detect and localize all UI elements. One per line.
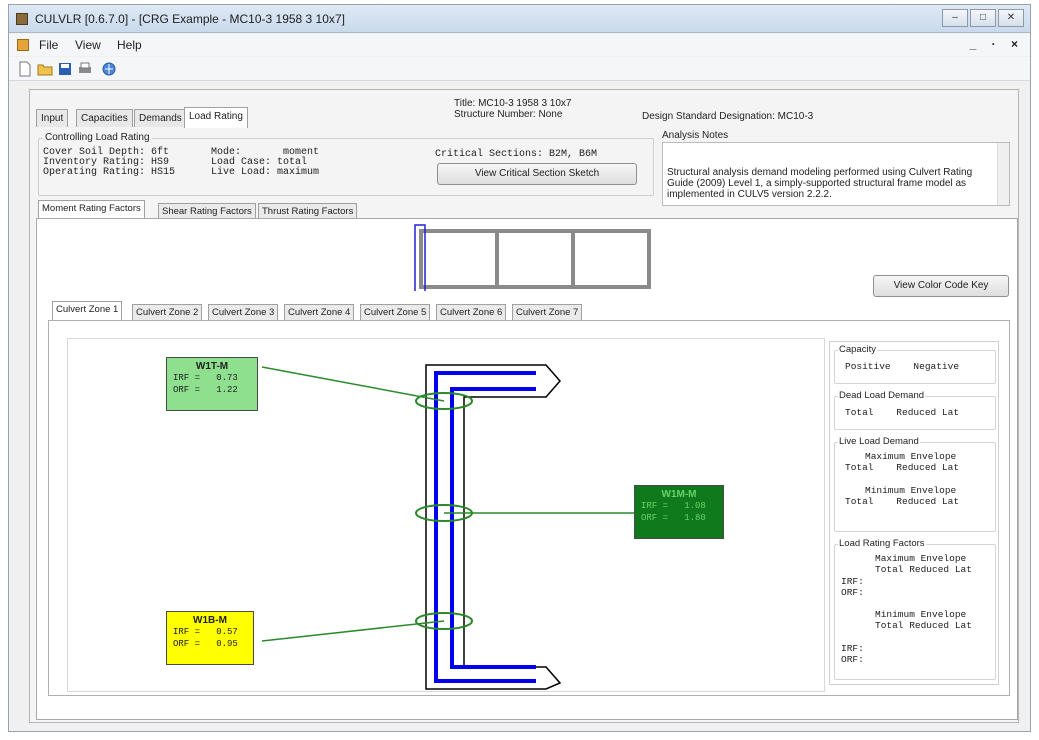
menu-view[interactable]: View xyxy=(75,38,101,52)
irf-value: 1.08 xyxy=(684,501,706,511)
menu-help[interactable]: Help xyxy=(117,38,142,52)
culvert-overview-sketch[interactable] xyxy=(409,221,679,291)
close-button[interactable]: ✕ xyxy=(998,9,1024,27)
lrf-max-envelope: Maximum Envelope xyxy=(875,553,967,564)
irf-value: 0.57 xyxy=(216,627,238,637)
web-icon[interactable] xyxy=(101,61,117,77)
rating-box-title: W1M-M xyxy=(661,489,697,500)
orf-value: 1.22 xyxy=(216,385,238,395)
document-icon xyxy=(17,39,29,51)
orf-label: ORF = xyxy=(173,639,201,649)
lrf-orf-min: ORF: xyxy=(841,654,864,665)
critical-sections: Critical Sections: B2M, B6M xyxy=(435,149,598,160)
tab-capacities[interactable]: Capacities xyxy=(76,109,133,127)
lrf-irf-min: IRF: xyxy=(841,643,864,654)
maximize-button[interactable]: □ xyxy=(970,9,996,27)
tab-shear-rating-factors[interactable]: Shear Rating Factors xyxy=(158,203,256,219)
design-standard: Design Standard Designation: MC10-3 xyxy=(642,111,814,122)
controlling-load-rating-label: Controlling Load Rating xyxy=(43,132,152,143)
orf-value: 1.80 xyxy=(684,513,706,523)
lrf-irf-max: IRF: xyxy=(841,576,864,587)
menu-file[interactable]: File xyxy=(39,38,58,52)
analysis-notes: Structural analysis demand modeling perf… xyxy=(662,142,1010,206)
dead-load-group: Dead Load Demand Total Reduced Lat xyxy=(834,390,996,430)
rating-box-title: W1T-M xyxy=(195,361,229,372)
tab-load-rating[interactable]: Load Rating xyxy=(184,107,248,128)
tab-culvert-zone-6[interactable]: Culvert Zone 6 xyxy=(436,304,507,321)
tab-moment-rating-factors[interactable]: Moment Rating Factors xyxy=(38,200,145,219)
new-file-icon[interactable] xyxy=(17,61,33,77)
lrf-min-envelope: Minimum Envelope xyxy=(875,609,967,620)
orf-label: ORF = xyxy=(173,385,201,395)
rating-box-title: W1B-M xyxy=(193,615,227,626)
tab-culvert-zone-3[interactable]: Culvert Zone 3 xyxy=(208,304,279,321)
analysis-notes-text: Structural analysis demand modeling perf… xyxy=(667,167,973,200)
minimize-button[interactable]: – xyxy=(942,9,968,27)
dead-load-columns: Total Reduced Lat xyxy=(845,407,960,418)
tab-culvert-zone-2[interactable]: Culvert Zone 2 xyxy=(132,304,203,321)
live-max-columns: Total Reduced Lat xyxy=(845,462,960,473)
live-max-envelope: Maximum Envelope xyxy=(865,451,957,462)
live-min-columns: Total Reduced Lat xyxy=(845,496,960,507)
mdi-controls[interactable]: _ · × xyxy=(970,37,1024,51)
window-title: CULVLR [0.6.7.0] - [CRG Example - MC10-3… xyxy=(35,12,345,26)
app-window: CULVLR [0.6.7.0] - [CRG Example - MC10-3… xyxy=(8,4,1031,732)
irf-value: 0.73 xyxy=(216,373,238,383)
view-critical-section-button[interactable]: View Critical Section Sketch xyxy=(437,163,637,185)
tab-culvert-zone-1[interactable]: Culvert Zone 1 xyxy=(52,301,123,321)
open-folder-icon[interactable] xyxy=(37,61,53,77)
load-rating-factors-label: Load Rating Factors xyxy=(838,538,926,549)
section-details-panel: Capacity Positive Negative Dead Load Dem… xyxy=(829,341,999,685)
lrf-orf-max: ORF: xyxy=(841,587,864,598)
view-color-code-key-button[interactable]: View Color Code Key xyxy=(873,275,1009,297)
rating-box-w1b-m[interactable]: W1B-M IRF = 0.57 ORF = 0.95 xyxy=(166,611,254,665)
orf-label: ORF = xyxy=(641,513,669,523)
tab-thrust-rating-factors[interactable]: Thrust Rating Factors xyxy=(258,203,358,219)
tab-demands[interactable]: Demands xyxy=(134,109,187,127)
capacity-label: Capacity xyxy=(838,344,877,355)
controlling-line-3: Operating Rating: HS15 Live Load: maximu… xyxy=(43,167,320,178)
rating-box-w1m-m[interactable]: W1M-M IRF = 1.08 ORF = 1.80 xyxy=(634,485,724,539)
lrf-min-columns: Total Reduced Lat xyxy=(875,620,972,631)
load-rating-factors-group: Load Rating Factors Maximum Envelope Tot… xyxy=(834,538,996,680)
toolbar xyxy=(9,57,1030,81)
irf-label: IRF = xyxy=(641,501,669,511)
analysis-notes-label: Analysis Notes xyxy=(662,130,729,141)
lrf-max-columns: Total Reduced Lat xyxy=(875,564,972,575)
main-panel: Input Capacities Demands Load Rating Tit… xyxy=(29,89,1019,723)
capacity-group: Capacity Positive Negative xyxy=(834,344,996,384)
irf-label: IRF = xyxy=(173,373,201,383)
tab-input[interactable]: Input xyxy=(36,109,69,127)
live-load-group: Live Load Demand Maximum Envelope Total … xyxy=(834,436,996,532)
culvert-zone-panel: W1T-M IRF = 0.73 ORF = 1.22 W1M-M IRF = … xyxy=(48,320,1010,696)
orf-value: 0.95 xyxy=(216,639,238,649)
title-bar: CULVLR [0.6.7.0] - [CRG Example - MC10-3… xyxy=(9,5,1030,33)
menu-bar: File View Help _ · × xyxy=(9,34,1030,56)
rating-box-w1t-m[interactable]: W1T-M IRF = 0.73 ORF = 1.22 xyxy=(166,357,258,411)
capacity-columns: Positive Negative xyxy=(845,361,960,372)
print-icon[interactable] xyxy=(77,61,93,77)
tab-culvert-zone-7[interactable]: Culvert Zone 7 xyxy=(512,304,583,321)
live-min-envelope: Minimum Envelope xyxy=(865,485,957,496)
controlling-load-rating-group: Controlling Load Rating Cover Soil Depth… xyxy=(38,132,654,196)
tab-culvert-zone-4[interactable]: Culvert Zone 4 xyxy=(284,304,355,321)
title-line: Title: MC10-3 1958 3 10x7 xyxy=(454,98,572,109)
zone-drawing-area: W1T-M IRF = 0.73 ORF = 1.22 W1M-M IRF = … xyxy=(67,338,825,692)
app-icon xyxy=(16,13,28,25)
save-icon[interactable] xyxy=(57,61,73,77)
dead-load-label: Dead Load Demand xyxy=(838,390,926,401)
tab-culvert-zone-5[interactable]: Culvert Zone 5 xyxy=(360,304,431,321)
irf-label: IRF = xyxy=(173,627,201,637)
live-load-label: Live Load Demand xyxy=(838,436,920,447)
notes-scrollbar[interactable] xyxy=(997,143,1009,205)
structure-number: Structure Number: None xyxy=(454,109,563,120)
